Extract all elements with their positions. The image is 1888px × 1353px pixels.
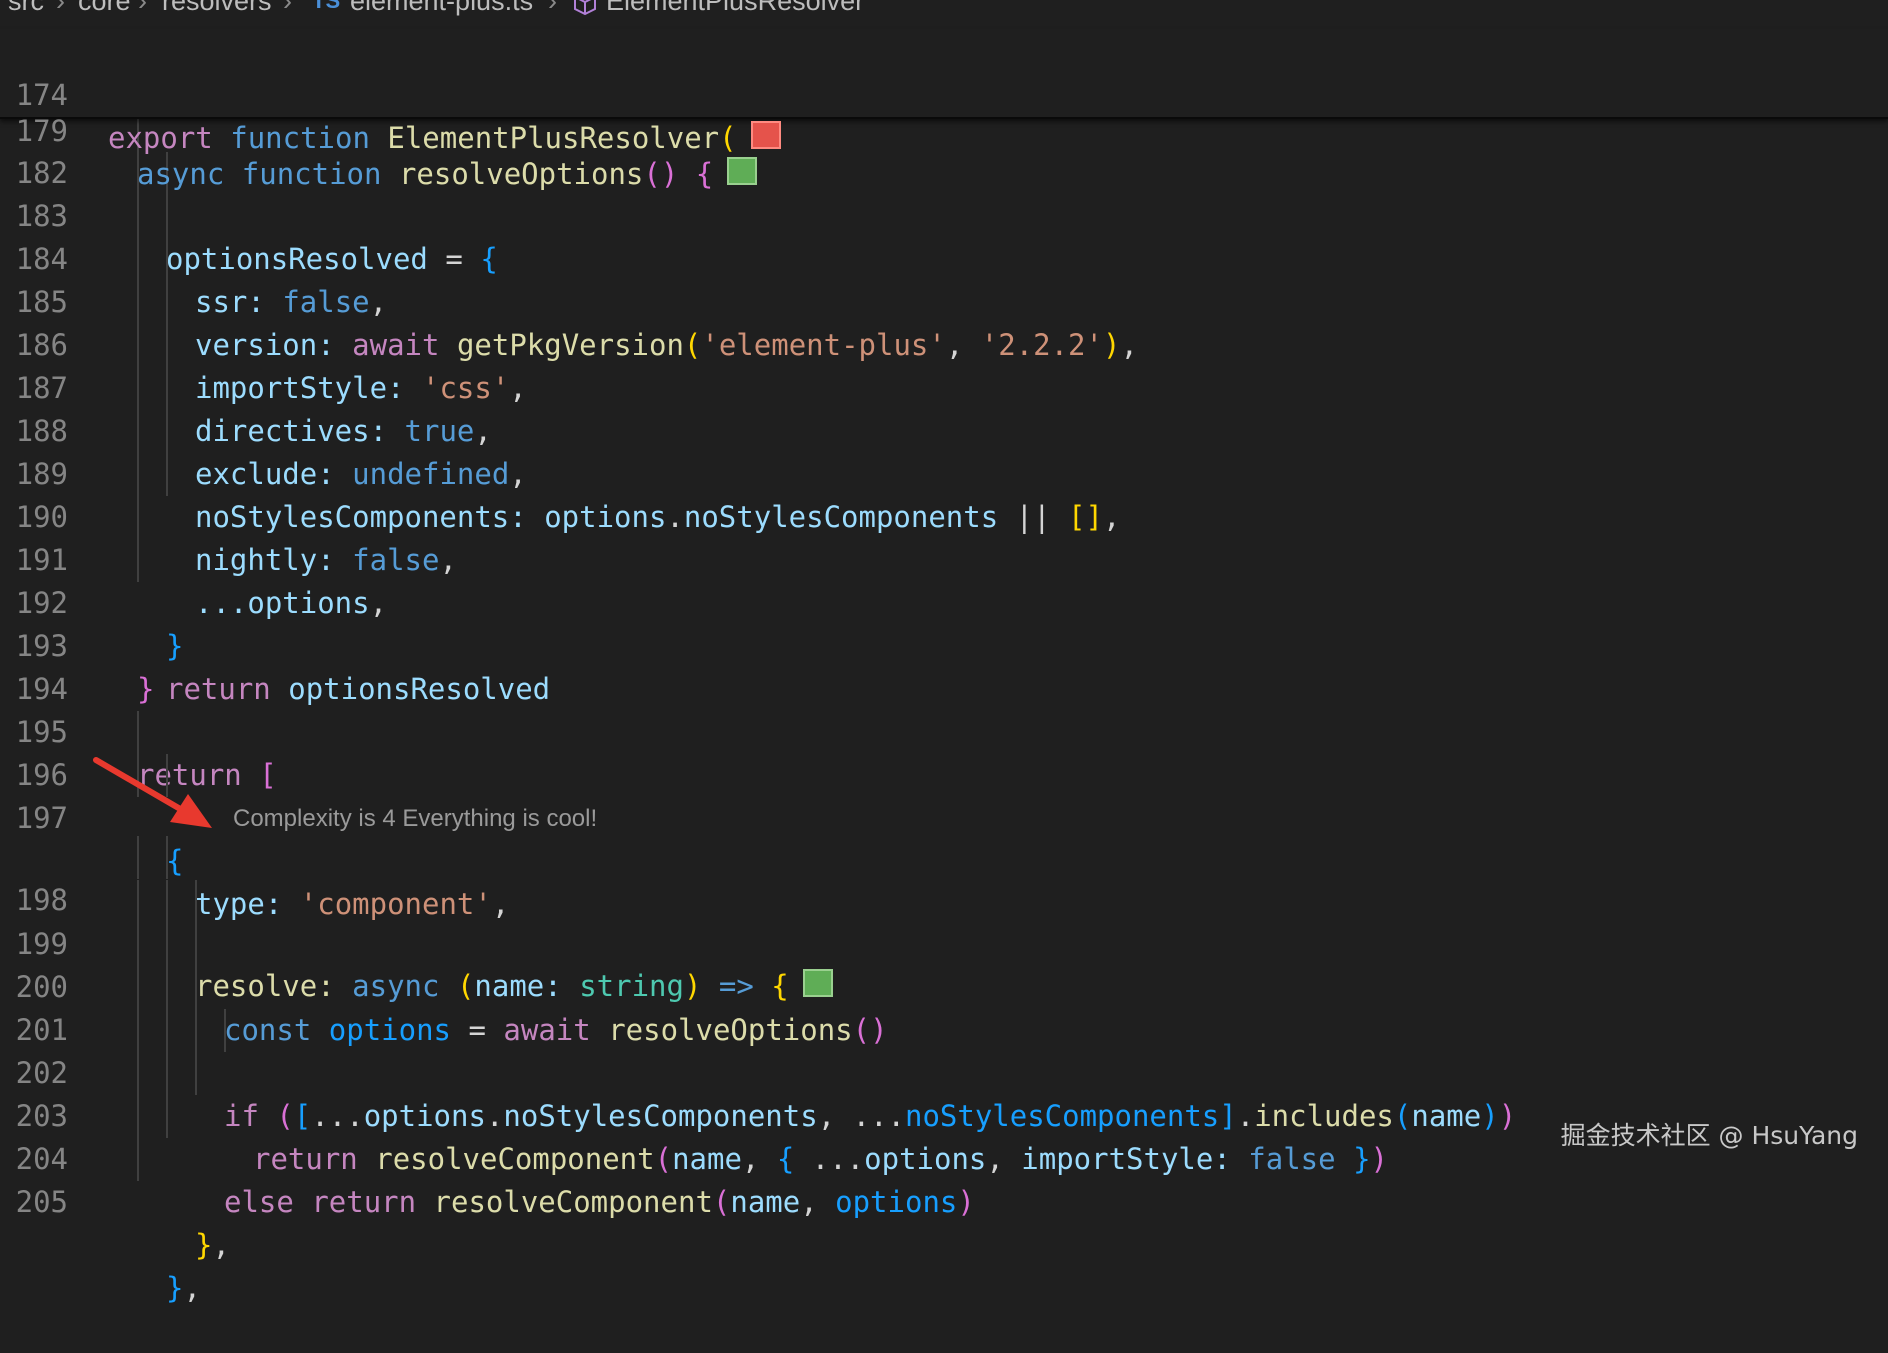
code-line[interactable]: 196 { [0,711,1888,878]
code-line[interactable]: 203 else return resolveComponent(name, o… [0,1052,1888,1219]
code-line[interactable]: 199 const options = await resolveOptions… [0,880,1888,1047]
breadcrumb-item-core[interactable]: core [78,0,131,17]
code-line[interactable]: 194 [0,625,1888,706]
code-line[interactable]: 197 type: 'component', [0,754,1888,921]
breadcrumb-item-file[interactable]: element-plus.ts [350,0,533,17]
breadcrumb-item-src[interactable]: src [8,0,44,17]
color-marker-green [727,157,758,185]
symbol-class-icon [572,0,598,23]
code-line[interactable]: 184 version: await getPkgVersion('elemen… [0,195,1888,362]
annotation-arrow-icon [93,757,212,828]
sticky-line[interactable]: 179 async function resolveOptions() { [0,67,1888,191]
breadcrumb-item-resolvers[interactable]: resolvers [162,0,272,17]
code-line[interactable]: 191 } [0,496,1888,663]
breadcrumb-item-symbol[interactable]: ElementPlusResolver [606,0,864,17]
chevron-right-icon: › [56,0,65,16]
code-line[interactable]: 188 noStylesComponents: options.noStyles… [0,367,1888,534]
code-text: async function resolveOptions() { [137,153,758,196]
chevron-right-icon: › [283,0,292,16]
code-text: else return resolveComponent(name, optio… [224,1185,975,1219]
code-line[interactable]: 193 } [0,582,1888,706]
line-number: 197 [15,801,68,835]
line-number: 205 [15,1185,68,1219]
code-text: }, [195,1228,230,1262]
code-line[interactable]: 202 return resolveComponent(name, { ...o… [0,1009,1888,1176]
code-line[interactable]: 189 nightly: false, [0,410,1888,577]
sticky-scroll-header: 174 export function ElementPlusResolver(… [0,29,1888,191]
watermark: 掘金技术社区 @ HsuYang [1560,1121,1858,1150]
codelens-complexity[interactable]: Complexity is 4 Everything is cool! [233,805,597,835]
chevron-right-icon: › [138,0,147,16]
code-line[interactable]: 198 resolve: async (name: string) => { [0,836,1888,1003]
code-line[interactable]: 195 return [ [0,668,1888,792]
code-text: }, [166,1271,201,1305]
ts-file-icon: TS [312,0,341,13]
code-line[interactable]: 187 exclude: undefined, [0,324,1888,491]
code-line[interactable]: 200 [0,923,1888,1004]
chevron-right-icon: › [548,0,557,16]
code-line[interactable]: 190 ...options, [0,453,1888,620]
code-line[interactable]: 201 if ([...options.noStylesComponents, … [0,966,1888,1133]
line-number: 179 [15,114,68,148]
code-line[interactable]: 186 directives: true, [0,281,1888,448]
code-line[interactable]: 185 importStyle: 'css', [0,238,1888,405]
breadcrumb: src › core › resolvers › TS element-plus… [0,0,1888,22]
code-line[interactable]: 192 return optionsResolved [0,539,1888,706]
color-marker-red [750,121,781,149]
